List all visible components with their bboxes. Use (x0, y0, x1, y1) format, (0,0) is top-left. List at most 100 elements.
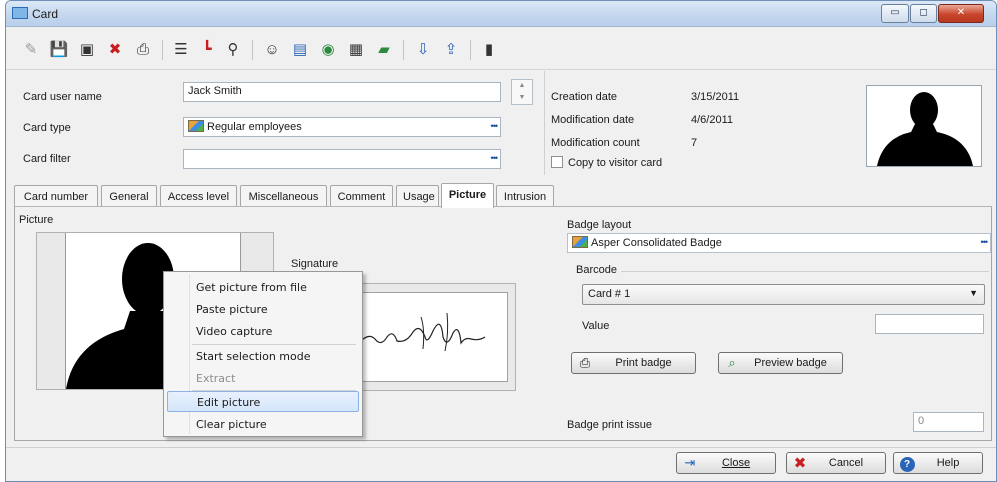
toolbar-separator (252, 40, 253, 60)
employee-group-icon (188, 120, 204, 132)
preview-icon: ⌕ (728, 355, 736, 370)
print-icon[interactable]: ⎙ (132, 38, 154, 60)
printer-icon: ⎙ (579, 355, 591, 370)
badge-layout-icon (572, 236, 588, 248)
signature-image (360, 292, 508, 382)
tab-comment[interactable]: Comment (330, 185, 393, 207)
badge-layout-field[interactable]: Asper Consolidated Badge ••• (567, 233, 991, 253)
search-icon[interactable]: ⚲ (222, 38, 244, 60)
cancel-label: Cancel (828, 457, 864, 469)
modification-count-label: Modification count (551, 137, 640, 149)
creation-date-value: 3/15/2011 (691, 91, 740, 103)
signature-scribble-icon (360, 312, 486, 352)
tab-intrusion[interactable]: Intrusion (496, 185, 554, 207)
menu-get-picture-from-file[interactable]: Get picture from file (167, 277, 359, 298)
badge-print-issue-input[interactable]: 0 (913, 412, 984, 432)
menu-separator (192, 344, 356, 345)
tab-card-number[interactable]: Card number (14, 185, 98, 207)
modification-date-value: 4/6/2011 (691, 114, 734, 126)
tab-usage[interactable]: Usage (396, 185, 439, 207)
minimize-button[interactable]: ▭ (881, 4, 909, 23)
card-filter-label: Card filter (23, 153, 71, 165)
menu-start-selection-mode[interactable]: Start selection mode (167, 346, 359, 367)
user-spinner[interactable]: ▲ ▼ (511, 79, 533, 105)
signature-frame[interactable] (351, 283, 516, 391)
toolbar: ✎ 💾 ▣ ✖ ⎙ ☰ ┗ ⚲ ☺ ▤ ◉ ▦ ▰ ⇩ ⇪ ▮ (6, 28, 996, 70)
toolbar-separator (470, 40, 471, 60)
card-type-browse-button[interactable]: ••• (491, 121, 499, 131)
save-close-icon[interactable]: ▣ (76, 38, 98, 60)
menu-paste-picture[interactable]: Paste picture (167, 299, 359, 320)
creation-date-label: Creation date (551, 91, 618, 103)
picture-context-menu: Get picture from file Paste picture Vide… (163, 271, 363, 437)
help-button[interactable]: ? Help (893, 452, 983, 474)
menu-video-capture[interactable]: Video capture (167, 321, 359, 342)
tab-picture[interactable]: Picture (441, 183, 494, 208)
menu-edit-picture[interactable]: Edit picture (167, 391, 359, 412)
card-type-value: Regular employees (207, 121, 302, 133)
badge-layout-browse-button[interactable]: ••• (981, 237, 989, 247)
tree-icon[interactable]: ┗ (196, 38, 218, 60)
badge-layout-label: Badge layout (567, 219, 632, 231)
window-title: Card (32, 7, 59, 21)
barcode-selected-value: Card # 1 (588, 288, 631, 300)
person-silhouette-icon (867, 86, 981, 166)
print-badge-label: Print badge (615, 357, 672, 369)
copy-visitor-checkbox-row[interactable]: Copy to visitor card (551, 156, 662, 169)
chart-icon[interactable]: ▰ (373, 38, 395, 60)
badge-print-issue-label: Badge print issue (567, 419, 652, 431)
cancel-button[interactable]: ✖ Cancel (786, 452, 886, 474)
close-label: Close (721, 457, 751, 469)
tab-access-level[interactable]: Access level (160, 185, 237, 207)
barcode-label: Barcode (576, 264, 617, 276)
list-icon[interactable]: ☰ (170, 38, 192, 60)
menu-extract: Extract (196, 372, 236, 385)
help-icon: ? (894, 455, 920, 472)
report-icon[interactable]: ▤ (289, 38, 311, 60)
close-button[interactable]: ⇥ Close (676, 452, 776, 474)
card-type-label: Card type (23, 122, 71, 134)
card-filter-browse-button[interactable]: ••• (491, 153, 499, 163)
export-icon[interactable]: ⇪ (440, 38, 462, 60)
toolbar-separator (162, 40, 163, 60)
value-label: Value (582, 320, 610, 332)
card-photo-thumbnail (866, 85, 982, 167)
card-app-icon (12, 7, 28, 19)
tab-general[interactable]: General (101, 185, 157, 207)
card-icon[interactable]: ▮ (478, 38, 500, 60)
delete-icon[interactable]: ✖ (104, 38, 126, 60)
chevron-down-icon: ▼ (969, 288, 978, 298)
badge-layout-value: Asper Consolidated Badge (591, 237, 722, 249)
print-badge-button[interactable]: ⎙ Print badge (571, 352, 696, 374)
help-label: Help (936, 457, 960, 469)
close-window-button[interactable]: ✕ (938, 4, 984, 23)
copy-visitor-checkbox[interactable] (551, 156, 563, 168)
value-input[interactable] (875, 314, 984, 334)
preview-badge-button[interactable]: ⌕ Preview badge (718, 352, 843, 374)
maximize-button[interactable]: ◻ (910, 4, 937, 23)
menu-clear-picture[interactable]: Clear picture (167, 414, 359, 435)
cancel-x-icon: ✖ (793, 455, 807, 472)
modification-count-value: 7 (691, 137, 698, 149)
user-icon[interactable]: ☺ (261, 38, 283, 60)
title-bar: Card ▭ ◻ ✕ (6, 1, 996, 27)
card-window: Card ▭ ◻ ✕ ✎ 💾 ▣ ✖ ⎙ ☰ ┗ ⚲ ☺ ▤ ◉ ▦ ▰ ⇩ ⇪… (5, 0, 997, 482)
signature-label: Signature (291, 258, 339, 270)
import-icon[interactable]: ⇩ (412, 38, 434, 60)
new-icon[interactable]: ✎ (20, 38, 42, 60)
card-filter-field[interactable]: ••• (183, 149, 501, 169)
card-user-name-input[interactable]: Jack Smith (183, 82, 501, 102)
save-icon[interactable]: 💾 (48, 38, 70, 60)
preview-badge-label: Preview badge (754, 357, 827, 369)
copy-visitor-label: Copy to visitor card (568, 157, 663, 169)
tab-miscellaneous[interactable]: Miscellaneous (240, 185, 327, 207)
grid-icon[interactable]: ▦ (345, 38, 367, 60)
barcode-group-line (621, 271, 989, 272)
card-user-name-label: Card user name (23, 91, 102, 103)
toolbar-separator (403, 40, 404, 60)
exit-door-icon: ⇥ (684, 455, 696, 470)
card-type-field[interactable]: Regular employees ••• (183, 117, 501, 137)
status-icon[interactable]: ◉ (317, 38, 339, 60)
barcode-select[interactable]: Card # 1 ▼ (582, 284, 985, 305)
picture-label: Picture (19, 214, 54, 226)
